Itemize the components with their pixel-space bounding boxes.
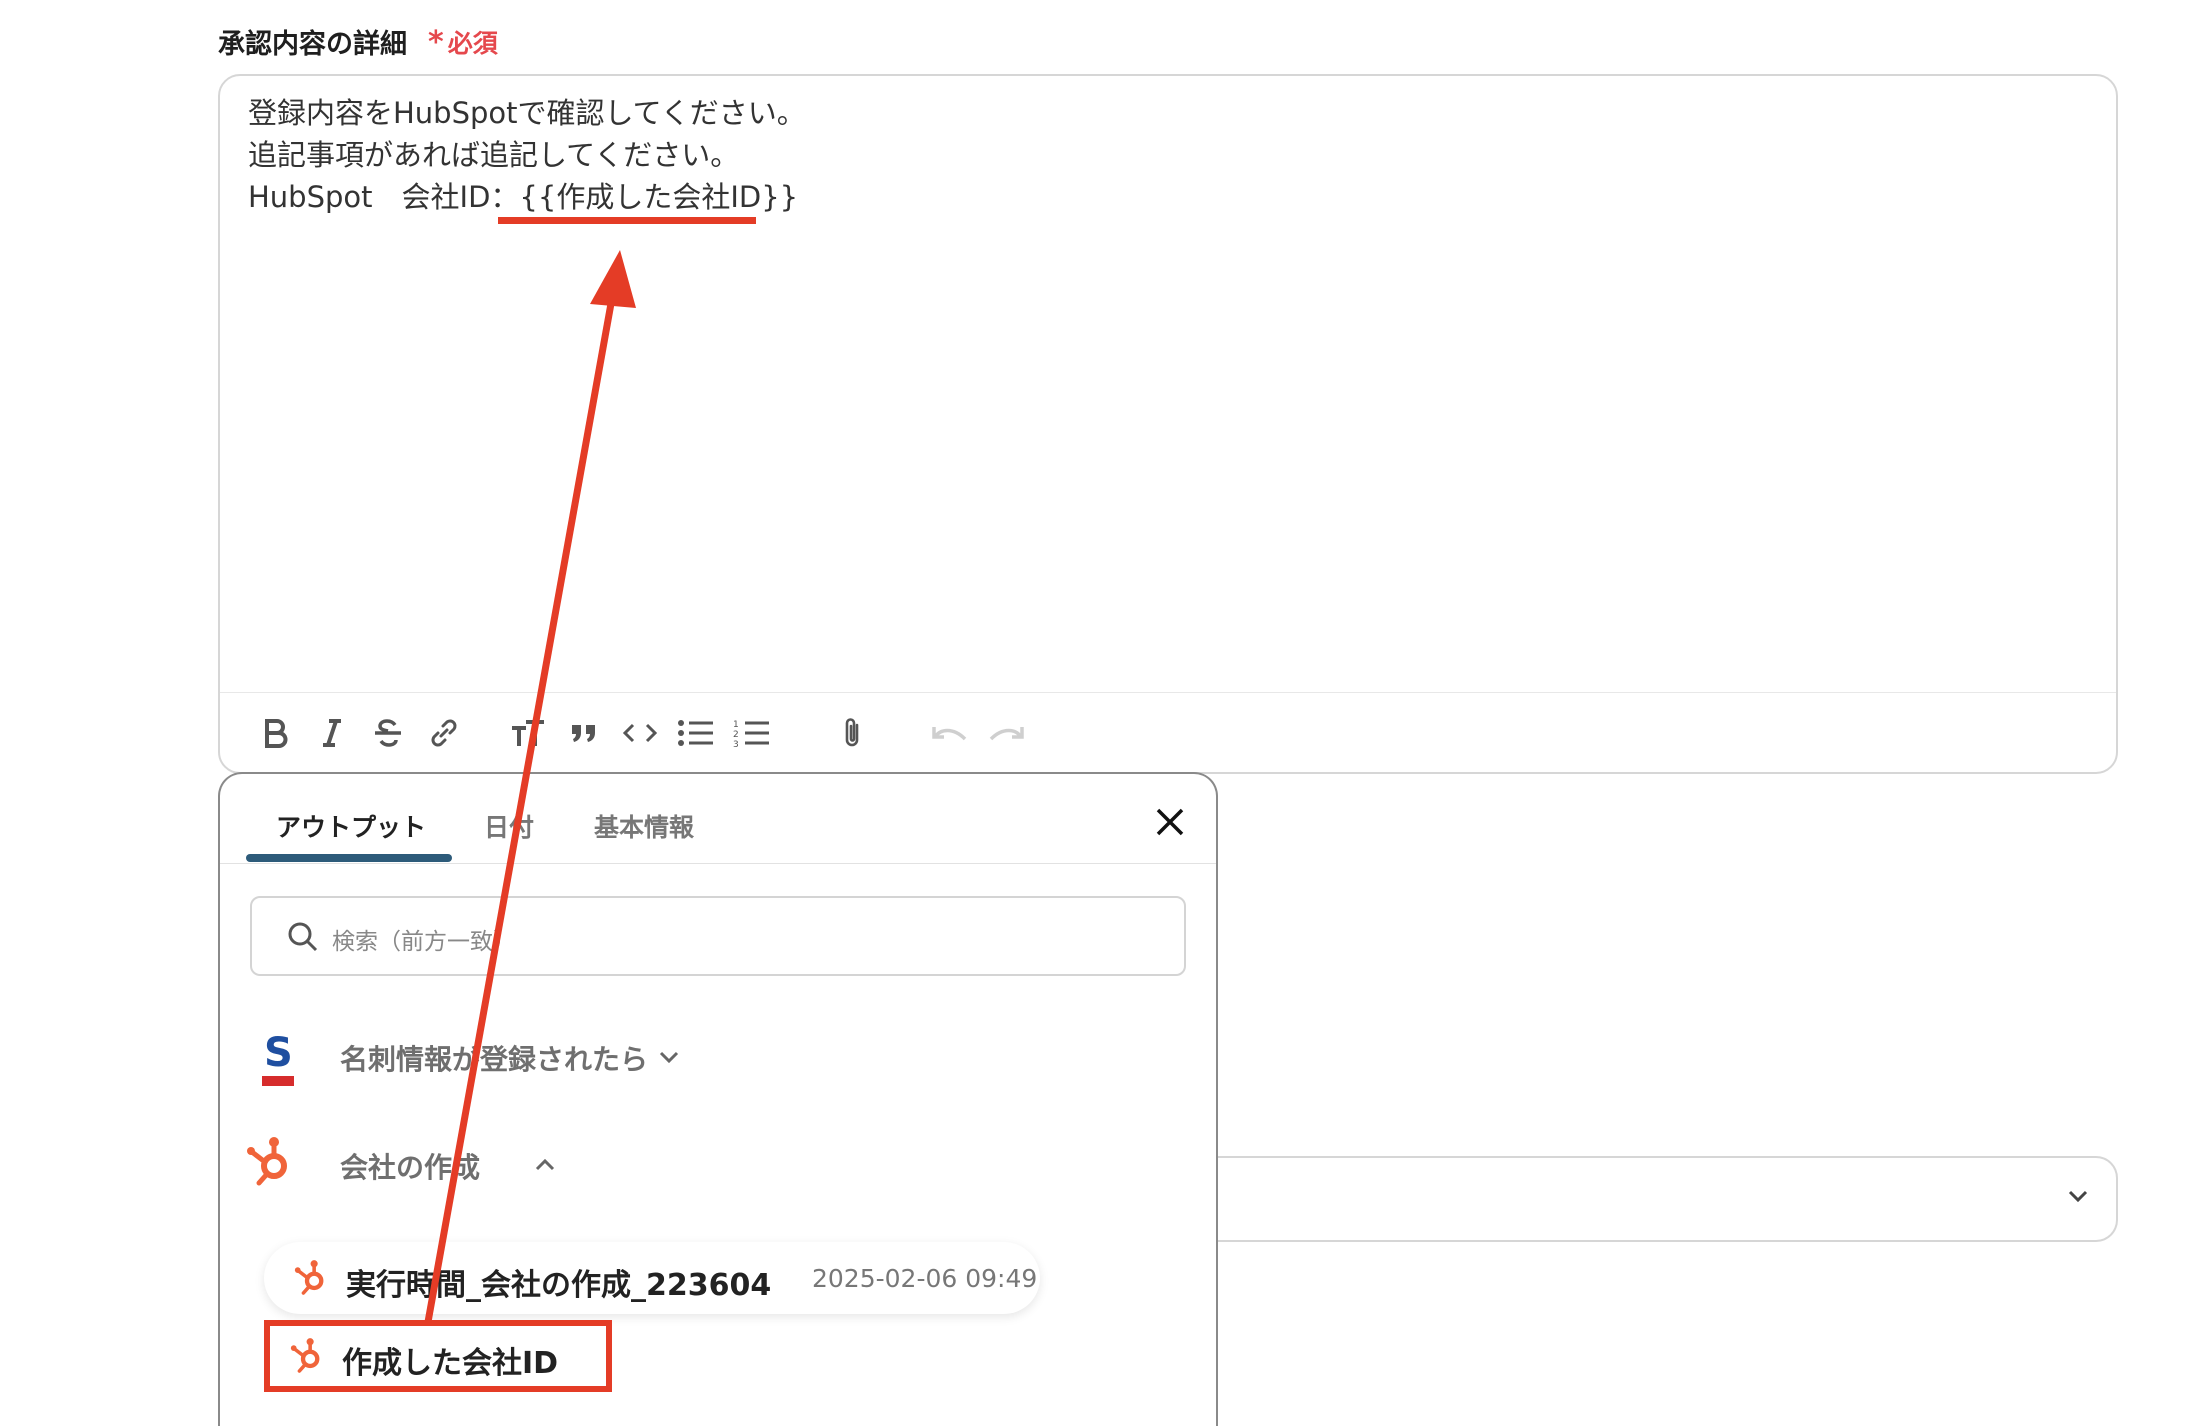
dropdown-select[interactable] (1216, 1156, 2118, 1242)
tab-basic-info[interactable]: 基本情報 (594, 808, 694, 844)
strikethrough-icon[interactable] (366, 711, 410, 755)
bold-icon[interactable] (254, 711, 298, 755)
editor-content[interactable]: 登録内容をHubSpotで確認してください。 追記事項があれば追記してください。… (248, 92, 806, 218)
active-tab-indicator (246, 854, 452, 862)
editor-line-3: HubSpot 会社ID：{{作成した会社ID}} (248, 176, 806, 218)
editor-line-2: 追記事項があれば追記してください。 (248, 138, 740, 172)
svg-text:3: 3 (733, 740, 739, 748)
output-timestamp: 2025-02-06 09:49 (812, 1264, 1038, 1293)
search-icon (286, 920, 320, 958)
variable-token[interactable]: {{作成した会社ID}} (519, 180, 798, 214)
bullet-list-icon[interactable] (674, 711, 718, 755)
code-icon[interactable] (618, 711, 662, 755)
link-icon[interactable] (422, 711, 466, 755)
output-item-execution-time[interactable]: 実行時間_会社の作成_223604 2025-02-06 09:49 (264, 1242, 1040, 1314)
rich-text-editor[interactable]: 登録内容をHubSpotで確認してください。 追記事項があれば追記してください。… (218, 74, 2118, 774)
hubspot-icon (288, 1336, 328, 1380)
tab-date[interactable]: 日付 (484, 808, 534, 844)
text-size-icon[interactable] (506, 711, 550, 755)
attachment-icon[interactable] (830, 711, 874, 755)
chevron-up-icon (532, 1152, 558, 1185)
editor-toolbar: 123 (220, 692, 2116, 774)
field-label: 承認内容の詳細 (218, 29, 407, 60)
svg-text:S: S (264, 1030, 293, 1076)
editor-line-3-prefix: HubSpot 会社ID： (248, 180, 520, 214)
tab-output[interactable]: アウトプット (276, 808, 426, 844)
editor-line-1: 登録内容をHubSpotで確認してください。 (248, 96, 806, 130)
sansan-logo-icon: S (260, 1030, 296, 1095)
annotation-underline (498, 217, 756, 224)
svg-text:1: 1 (733, 720, 739, 730)
redo-icon[interactable] (984, 711, 1028, 755)
chevron-down-icon (656, 1044, 682, 1077)
undo-icon[interactable] (928, 711, 972, 755)
required-badge: * 必須 (428, 25, 498, 60)
numbered-list-icon[interactable]: 123 (730, 711, 774, 755)
hubspot-icon (292, 1258, 332, 1302)
svg-text:2: 2 (733, 730, 739, 740)
required-text: 必須 (447, 29, 498, 58)
output-picker-panel: アウトプット 日付 基本情報 検索（前方一致） S 名刺情報が登録されたら 会社… (218, 772, 1218, 1426)
output-name: 作成した会社ID (342, 1346, 559, 1381)
search-input[interactable]: 検索（前方一致） (250, 896, 1186, 976)
output-name: 実行時間_会社の作成_223604 (346, 1268, 772, 1303)
close-icon[interactable] (1150, 802, 1190, 842)
group-label: 名刺情報が登録されたら (340, 1043, 649, 1076)
italic-icon[interactable] (310, 711, 354, 755)
search-placeholder: 検索（前方一致） (332, 929, 516, 955)
output-item-company-id[interactable]: 作成した会社ID (264, 1320, 612, 1392)
group-label: 会社の作成 (340, 1151, 481, 1184)
quote-icon[interactable] (562, 711, 606, 755)
hubspot-logo-icon (244, 1134, 298, 1197)
chevron-down-icon (2064, 1182, 2092, 1214)
picker-tabs: アウトプット 日付 基本情報 (220, 774, 1216, 864)
